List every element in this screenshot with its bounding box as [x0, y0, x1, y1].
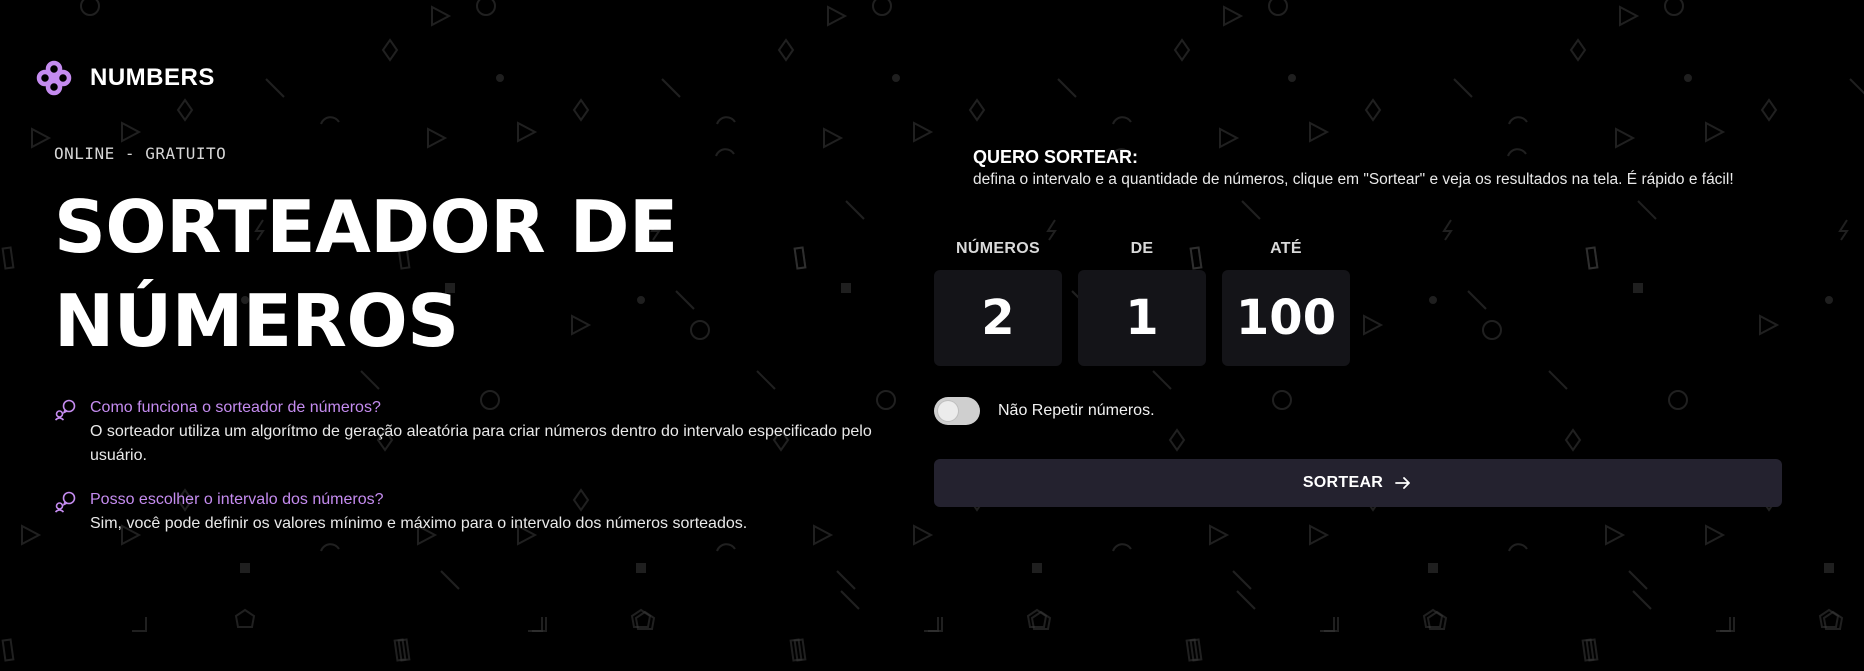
no-repeat-toggle[interactable] — [934, 397, 980, 425]
draw-description: defina o intervalo e a quantidade de núm… — [973, 171, 1734, 188]
faq-question[interactable]: Como funciona o sorteador de números? — [90, 396, 874, 420]
faq-item: Posso escolher o intervalo dos números? … — [54, 488, 874, 536]
no-repeat-option: Não Repetir números. — [934, 397, 1155, 425]
draw-title: QUERO SORTEAR: — [973, 147, 1139, 167]
quantity-label: NÚMEROS — [956, 240, 1040, 257]
draw-button[interactable]: SORTEAR — [934, 459, 1782, 507]
arrow-right-icon — [1395, 477, 1411, 489]
flower-logo-icon — [36, 60, 72, 96]
brand-name: NUMBERS — [90, 64, 215, 91]
no-repeat-label: Não Repetir números. — [998, 402, 1155, 419]
faq-answer: O sorteador utiliza um algorítmo de gera… — [90, 423, 872, 464]
page-title-line-1: SORTEADOR DE — [54, 185, 678, 269]
hero-eyebrow: ONLINE - GRATUITO — [54, 144, 227, 163]
draw-intro: QUERO SORTEAR: defina o intervalo e a qu… — [973, 145, 1773, 191]
toggle-knob — [938, 401, 958, 421]
min-field: DE 1 — [1078, 236, 1206, 366]
page-title: SORTEADOR DE NÚMEROS — [54, 180, 774, 368]
faq-answer: Sim, você pode definir os valores mínimo… — [90, 515, 748, 532]
draw-button-label: SORTEAR — [1302, 474, 1384, 491]
faq-item: Como funciona o sorteador de números? O … — [54, 396, 874, 468]
min-label: DE — [1130, 240, 1154, 257]
faq-question[interactable]: Posso escolher o intervalo dos números? — [90, 488, 747, 512]
max-input[interactable]: 100 — [1222, 270, 1350, 366]
quantity-input[interactable]: 2 — [934, 270, 1062, 366]
page-title-line-2: NÚMEROS — [54, 279, 459, 363]
min-input[interactable]: 1 — [1078, 270, 1206, 366]
quantity-field: NÚMEROS 2 — [934, 236, 1062, 366]
max-field: ATÉ 100 — [1222, 236, 1350, 366]
chat-bubbles-icon — [54, 491, 76, 513]
chat-bubbles-icon — [54, 399, 76, 421]
brand-logo[interactable]: NUMBERS — [36, 60, 215, 96]
max-label: ATÉ — [1270, 240, 1302, 257]
